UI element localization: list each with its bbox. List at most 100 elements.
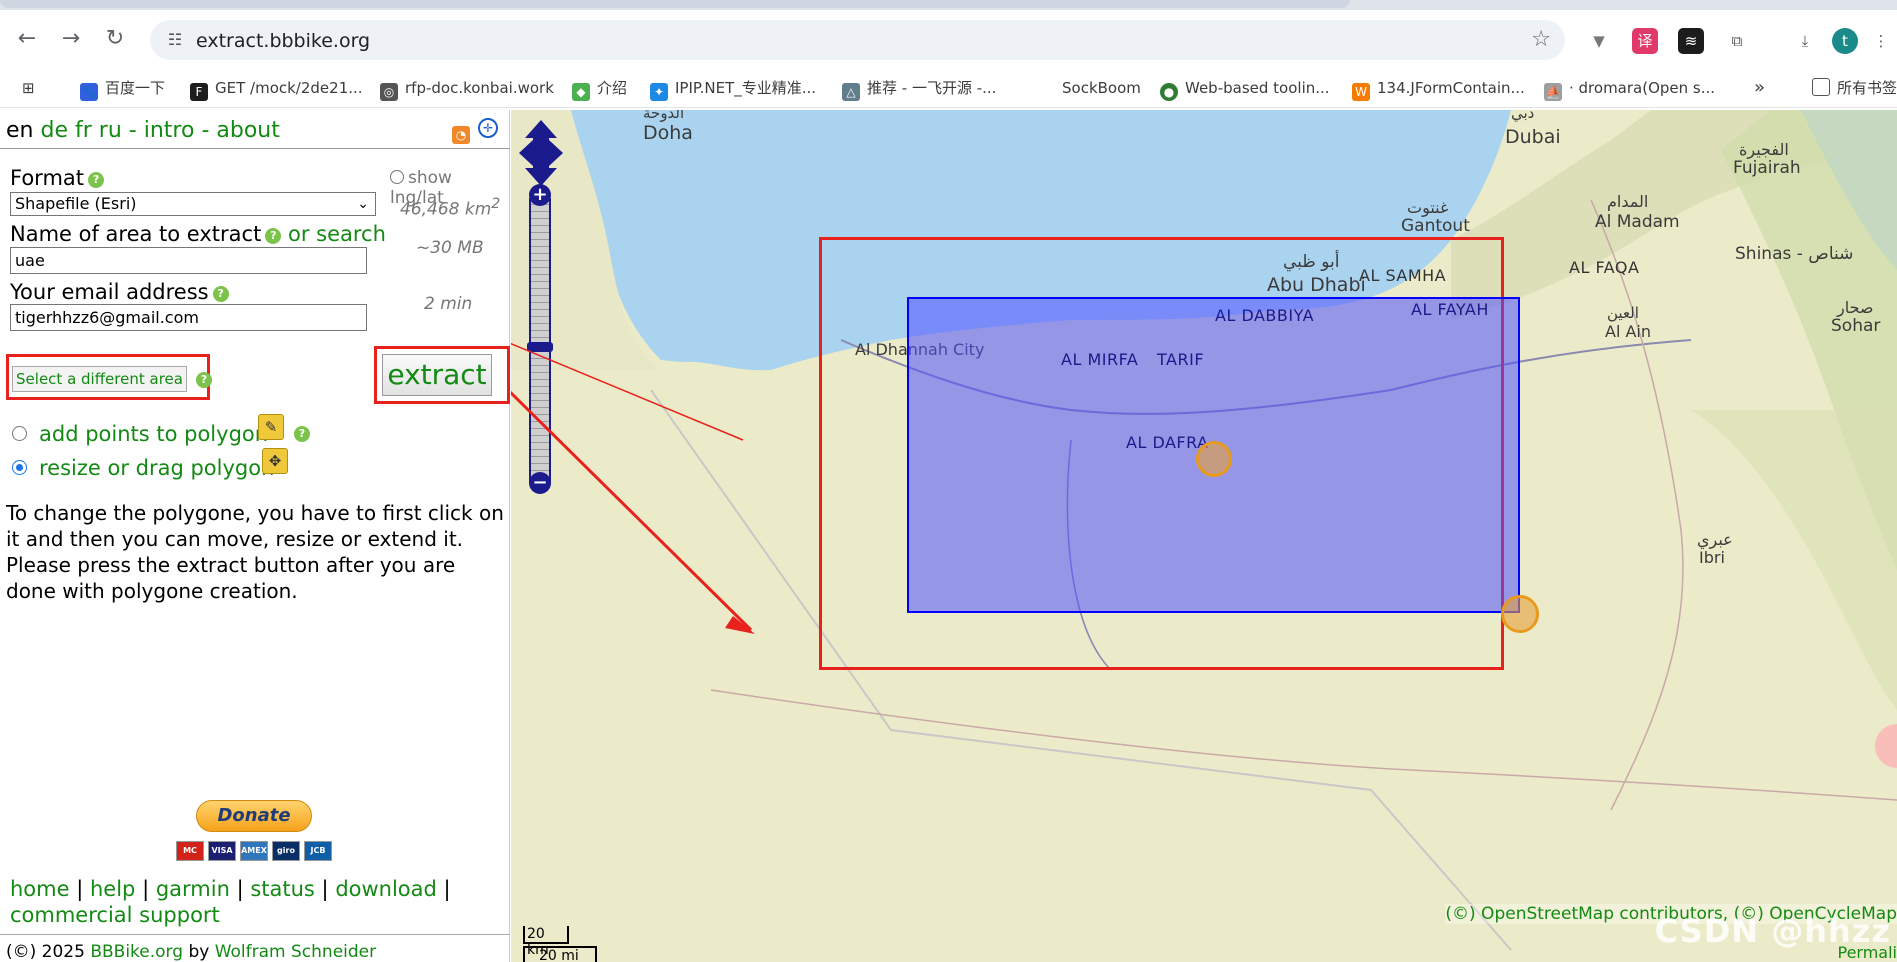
- city-label: Al Ain: [1605, 322, 1652, 341]
- bookmark-item[interactable]: ⛵ · dromara(Open s...: [1544, 77, 1715, 101]
- bbbike-link[interactable]: BBBike.org: [90, 942, 183, 962]
- donate-button[interactable]: Donate: [196, 800, 312, 832]
- zoom-out-icon[interactable]: −: [529, 472, 551, 494]
- address-bar[interactable]: ☷ extract.bbbike.org ☆: [150, 20, 1565, 60]
- bookmark-item[interactable]: W 134.JFormContain...: [1352, 77, 1525, 101]
- extension-chart-icon[interactable]: ≋: [1678, 28, 1704, 54]
- rss-icon[interactable]: ◔: [452, 126, 470, 144]
- help-icon[interactable]: ?: [196, 372, 212, 388]
- commercial-support-link[interactable]: commercial support: [10, 903, 220, 927]
- lang-ru-link[interactable]: ru: [99, 118, 122, 143]
- city-label: Doha: [643, 122, 693, 144]
- active-tab[interactable]: [0, 0, 1350, 8]
- footer-links: home | help | garmin | status | download…: [10, 877, 451, 927]
- divider: [0, 934, 510, 935]
- zoom-in-icon[interactable]: +: [529, 184, 551, 206]
- author-link[interactable]: Wolfram Schneider: [215, 942, 376, 962]
- zoom-handle[interactable]: [527, 342, 553, 352]
- locate-icon[interactable]: ✛: [478, 118, 498, 138]
- reload-icon[interactable]: ↻: [100, 24, 130, 54]
- extension-translate-icon[interactable]: 译: [1632, 28, 1658, 54]
- pencil-tool-icon[interactable]: ✎: [258, 414, 284, 440]
- drag-handle-center[interactable]: [1196, 441, 1232, 477]
- region-label: AL DAFRA: [1126, 433, 1209, 452]
- bookmark-item[interactable]: F GET /mock/2de21...: [190, 77, 363, 101]
- help-icon[interactable]: ?: [294, 426, 310, 442]
- intro-link[interactable]: intro: [144, 118, 195, 143]
- scale-km: 20 km: [523, 926, 569, 958]
- visa-icon: VISA: [208, 841, 236, 861]
- scale-mi: 20 mi: [523, 946, 597, 962]
- pan-arrows-icon[interactable]: [519, 120, 563, 186]
- resize-drag-option[interactable]: resize or drag polygon: [12, 456, 274, 480]
- add-points-option[interactable]: add points to polygon: [12, 422, 268, 446]
- apps-grid-icon[interactable]: ⊞: [22, 77, 35, 99]
- bookmark-favicon-icon: ⛵: [1544, 83, 1562, 101]
- zoom-slider[interactable]: [529, 196, 551, 486]
- help-link[interactable]: help: [90, 877, 135, 901]
- all-bookmarks-folder[interactable]: 所有书签: [1812, 77, 1897, 99]
- download-link[interactable]: download: [335, 877, 437, 901]
- bookmark-favicon-icon: 🐾: [80, 83, 98, 101]
- giropay-icon: giro: [272, 841, 300, 861]
- region-label: TARIF: [1157, 350, 1205, 369]
- lnglat-radio[interactable]: [390, 170, 404, 184]
- bookmark-star-icon[interactable]: ☆: [1531, 27, 1551, 52]
- region-label: AL FAYAH: [1411, 300, 1489, 319]
- bookmark-favicon-icon: ◆: [572, 83, 590, 101]
- city-label: المدام: [1607, 192, 1649, 211]
- select-different-area-button[interactable]: Select a different area: [12, 366, 187, 392]
- garmin-link[interactable]: garmin: [156, 877, 230, 901]
- bookmark-item[interactable]: ✦ IPIP.NET_专业精准...: [650, 77, 816, 101]
- resize-drag-radio[interactable]: [12, 460, 27, 475]
- area-name-label: Name of area to extract? or search: [10, 222, 386, 246]
- help-icon[interactable]: ?: [88, 172, 105, 188]
- help-icon[interactable]: ?: [212, 286, 229, 302]
- region-label: AL DABBIYA: [1215, 306, 1315, 325]
- city-label: Sohar: [1831, 316, 1881, 336]
- bookmark-item[interactable]: SockBoom: [1062, 77, 1141, 99]
- bookmark-item[interactable]: ◆ 介绍: [572, 77, 627, 101]
- profile-avatar[interactable]: t: [1832, 28, 1858, 54]
- city-label: الدوحة: [643, 110, 685, 122]
- map-canvas[interactable]: + − الدوحة Doha دبي Dubai الفجيرة Fujair…: [511, 110, 1897, 962]
- city-label: Dubai: [1505, 126, 1561, 148]
- download-icon[interactable]: ⤓: [1792, 28, 1818, 54]
- city-label: غنتوت: [1407, 198, 1449, 217]
- area-name-input[interactable]: uae: [10, 247, 367, 274]
- bookmark-item[interactable]: ● Web-based toolin...: [1160, 77, 1330, 101]
- forward-icon[interactable]: →: [56, 24, 86, 54]
- home-link[interactable]: home: [10, 877, 70, 901]
- city-label: Ibri: [1699, 548, 1725, 567]
- tab-strip: [0, 0, 1897, 10]
- about-link[interactable]: about: [216, 118, 279, 143]
- status-link[interactable]: status: [250, 877, 315, 901]
- bookmark-item[interactable]: △ 推荐 - 一飞开源 -...: [842, 77, 996, 101]
- add-points-radio[interactable]: [12, 426, 27, 441]
- url-text[interactable]: extract.bbbike.org: [196, 30, 370, 52]
- format-select[interactable]: Shapefile (Esri) ⌄: [10, 192, 376, 216]
- bookmark-item[interactable]: ◎ rfp-doc.konbai.work: [380, 77, 554, 101]
- bookmark-item[interactable]: 🐾 百度一下: [80, 77, 165, 101]
- email-input[interactable]: tigerhhzz6@gmail.com: [10, 304, 367, 331]
- language-nav: en de fr ru - intro - about: [6, 118, 280, 143]
- site-info-icon[interactable]: ☷: [164, 29, 186, 51]
- move-tool-icon[interactable]: ✥: [262, 448, 288, 474]
- lang-de-link[interactable]: de: [40, 118, 68, 143]
- menu-kebab-icon[interactable]: ⋮: [1868, 28, 1894, 54]
- back-icon[interactable]: ←: [12, 24, 42, 54]
- help-icon[interactable]: ?: [265, 228, 282, 244]
- extension-v-icon[interactable]: ▼: [1586, 28, 1612, 54]
- pan-control[interactable]: [519, 120, 563, 186]
- city-label: Fujairah: [1733, 158, 1801, 178]
- email-label: Your email address?: [10, 280, 229, 304]
- more-bookmarks-icon[interactable]: »: [1754, 77, 1765, 99]
- permalink[interactable]: Permali: [1838, 943, 1897, 962]
- or-search-link[interactable]: or search: [288, 222, 386, 246]
- resize-handle-corner[interactable]: [1501, 595, 1539, 633]
- bookmark-favicon-icon: ◎: [380, 83, 398, 101]
- bookmarks-bar: ⊞ 🐾 百度一下 F GET /mock/2de21... ◎ rfp-doc.kon…: [0, 68, 1897, 108]
- extract-button[interactable]: extract: [382, 354, 492, 396]
- lang-fr-link[interactable]: fr: [75, 118, 92, 143]
- extensions-puzzle-icon[interactable]: ⧉: [1724, 28, 1750, 54]
